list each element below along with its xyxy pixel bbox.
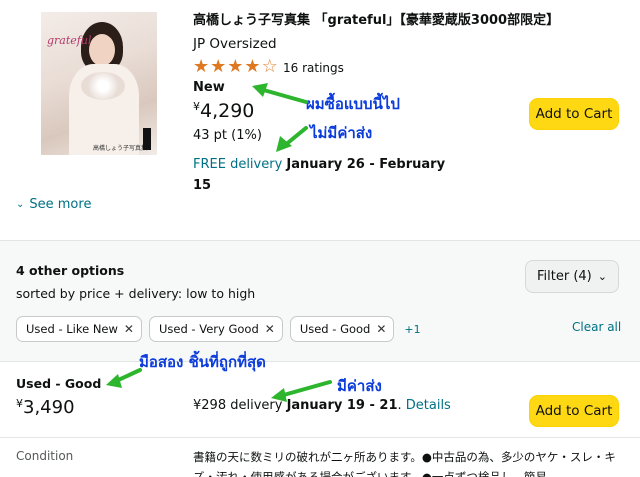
arrow-icon	[271, 380, 332, 402]
delivery-info: FREE delivery January 26 - February 15	[193, 154, 448, 196]
product-image[interactable]: grateful 高橋しょう子写真集	[41, 12, 157, 155]
star-filled-icon: ★	[210, 56, 227, 77]
free-delivery-link[interactable]: FREE delivery	[193, 157, 282, 172]
offer-price: ¥3,490	[16, 397, 75, 418]
chip-label: Used - Very Good	[158, 322, 259, 336]
annotation-new-note: ผมซื้อแบบนี้ไป	[306, 95, 400, 113]
options-title: 4 other options	[16, 263, 125, 278]
details-link[interactable]: Details	[406, 398, 451, 413]
clear-all-link[interactable]: Clear all	[572, 320, 621, 334]
price-value: 4,290	[200, 100, 255, 122]
annotation-cheapest-used: มือสอง ชิ้นที่ถูกที่สุด	[139, 353, 266, 371]
filter-button[interactable]: Filter (4) ⌄	[525, 260, 619, 293]
product-format: JP Oversized	[193, 36, 277, 52]
ratings-count[interactable]: 16 ratings	[283, 61, 344, 75]
annotation-no-shipping: ไม่มีค่าส่ง	[310, 124, 373, 142]
product-title[interactable]: 高橋しょう子写真集 「grateful」【豪華愛蔵版3000部限定】	[193, 12, 633, 30]
chip-used-like-new[interactable]: Used - Like New ✕	[16, 316, 142, 342]
annotation-has-shipping: มีค่าส่ง	[337, 377, 382, 395]
options-sort: sorted by price + delivery: low to high	[16, 286, 256, 301]
close-icon[interactable]: ✕	[376, 322, 386, 336]
cover-caption: 高橋しょう子写真集	[93, 145, 148, 152]
condition-new: New	[193, 80, 225, 95]
chip-label: Used - Good	[299, 322, 371, 336]
chip-used-very-good[interactable]: Used - Very Good ✕	[148, 316, 283, 342]
star-filled-icon: ★	[227, 56, 244, 77]
see-more-link[interactable]: ⌄ See more	[16, 197, 91, 212]
close-icon[interactable]: ✕	[265, 322, 275, 336]
cover-face	[89, 34, 115, 66]
filter-label: Filter (4)	[537, 269, 592, 284]
cover-script-text: grateful	[47, 34, 92, 47]
see-more-label: See more	[29, 197, 92, 212]
star-empty-icon: ☆	[261, 56, 278, 77]
arrow-icon	[276, 126, 308, 152]
chevron-down-icon: ⌄	[16, 199, 25, 210]
currency-symbol: ¥	[193, 100, 200, 113]
chip-used-good[interactable]: Used - Good ✕	[289, 316, 395, 342]
cover-lace	[81, 72, 125, 100]
condition-label: Condition	[16, 449, 74, 463]
other-options-panel	[0, 240, 640, 362]
price-new: ¥4,290	[193, 100, 254, 122]
divider	[0, 437, 640, 438]
more-chips-link[interactable]: +1	[404, 323, 420, 336]
condition-description: 書籍の天に数ミリの破れが二ヶ所あります。●中古品の為、多少のヤケ・スレ・キズ・汚…	[193, 450, 616, 477]
chevron-down-icon: ⌄	[597, 270, 607, 283]
offer-condition: Used - Good	[16, 376, 102, 391]
offer-price-value: 3,490	[23, 397, 75, 418]
add-to-cart-button[interactable]: Add to Cart	[529, 98, 619, 130]
cover-bar	[143, 128, 151, 150]
filter-chips: Used - Like New ✕ Used - Very Good ✕ Used …	[16, 316, 421, 342]
points: 43 pt (1%)	[193, 128, 262, 143]
rating-stars[interactable]: ★ ★ ★ ★ ☆	[193, 58, 278, 76]
star-filled-icon: ★	[193, 56, 210, 77]
offer-add-to-cart-button[interactable]: Add to Cart	[529, 395, 619, 427]
currency-symbol: ¥	[16, 397, 23, 410]
close-icon[interactable]: ✕	[124, 322, 134, 336]
chip-label: Used - Like New	[26, 322, 118, 336]
star-filled-icon: ★	[244, 56, 261, 77]
arrow-icon	[252, 83, 308, 104]
arrow-icon	[106, 368, 142, 388]
